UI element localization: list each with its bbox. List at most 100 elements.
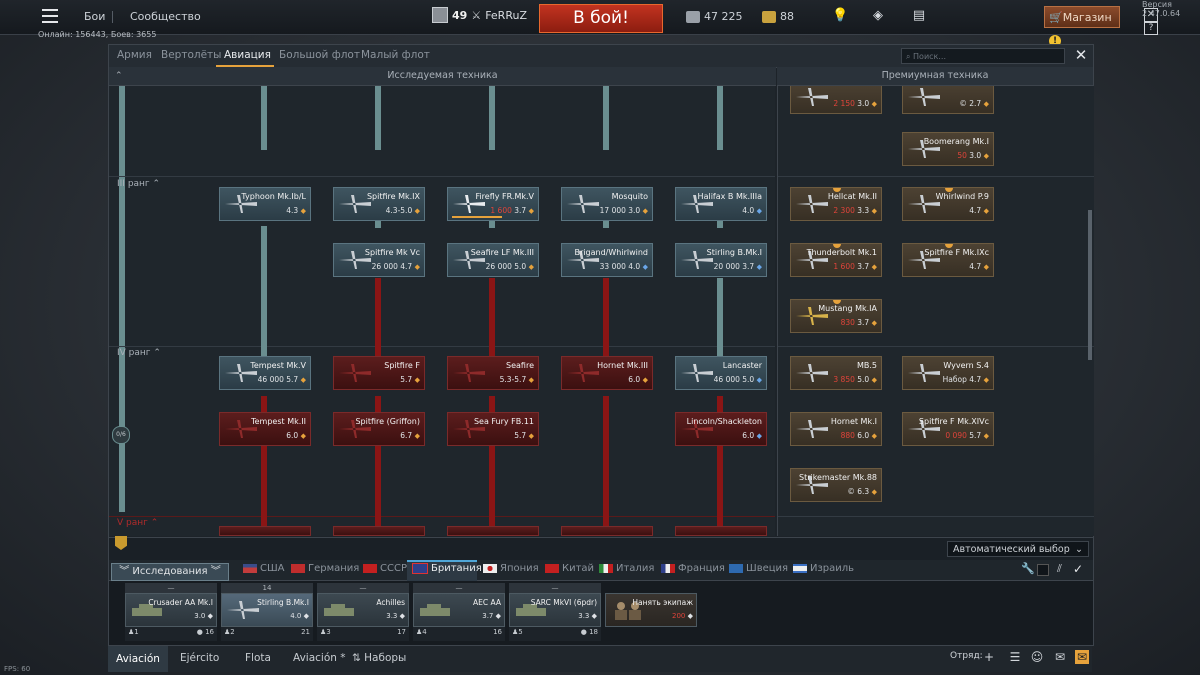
vehicle-card-locked[interactable]: Seafire 5.3-5.7 ◆ bbox=[447, 356, 539, 390]
vehicle-card[interactable]: Firefly FR.Mk.V 1 600 3.7 ◆ bbox=[447, 187, 539, 221]
vehicle-card[interactable]: Halifax B Mk.IIIa 4.0 ◆ bbox=[675, 187, 767, 221]
list-icon[interactable]: ☰ bbox=[1008, 650, 1022, 664]
vehicle-card-locked[interactable] bbox=[675, 526, 767, 536]
vehicle-card-locked[interactable]: Lincoln/Shackleton 6.0 ◆ bbox=[675, 412, 767, 446]
premium-vehicle-card[interactable]: Wyvern S.4 Набор 4.7 ◆ bbox=[902, 356, 994, 390]
nation-usa[interactable]: США bbox=[243, 563, 285, 574]
crew-slot[interactable]: — Crusader AA Mk.I 3.0 ◆ ♟1 ● 16 bbox=[125, 583, 217, 641]
ticket-icon[interactable]: ▤ bbox=[912, 9, 926, 23]
nation-italy[interactable]: Италия bbox=[599, 563, 654, 574]
collapse-up-icon[interactable]: ⌃ bbox=[115, 71, 123, 81]
premium-vehicle-card[interactable]: Hellcat Mk.II 2 300 3.3 ◆ bbox=[790, 187, 882, 221]
nation-japan[interactable]: Япония bbox=[483, 563, 539, 574]
auto-select-dropdown[interactable]: Автоматический выбор ⌄ bbox=[947, 541, 1089, 557]
shells-icon[interactable]: ⫽ bbox=[1057, 562, 1062, 576]
close-icon[interactable]: ✕ bbox=[1073, 47, 1089, 63]
vehicle-card[interactable]: Seafire LF Mk.III 26 000 5.0 ◆ bbox=[447, 243, 539, 277]
tab-aviation[interactable]: Авиация bbox=[224, 49, 271, 61]
hire-crew-slot[interactable]: Нанять экипаж 200 ◆ bbox=[605, 583, 697, 641]
add-icon[interactable]: + bbox=[982, 650, 996, 664]
vehicle-card[interactable]: Lancaster 46 000 5.0 ◆ bbox=[675, 356, 767, 390]
vehicle-card[interactable]: Mosquito 17 000 3.0 ◆ bbox=[561, 187, 653, 221]
vehicle-card-locked[interactable] bbox=[333, 526, 425, 536]
vehicle-card[interactable]: Brigand/Whirlwind 33 000 4.0 ◆ bbox=[561, 243, 653, 277]
nation-china[interactable]: Китай bbox=[545, 563, 594, 574]
chat-icon[interactable]: ✉ bbox=[1053, 650, 1067, 664]
preset-tab-aviation[interactable]: Aviación bbox=[108, 646, 168, 672]
premium-section-header: Премиумная техника bbox=[777, 67, 1093, 86]
search-input[interactable]: ⌕ Поиск... bbox=[901, 48, 1065, 64]
mail-icon[interactable]: ✉ bbox=[1075, 650, 1089, 664]
vehicle-card-locked[interactable]: Sea Fury FB.11 5.7 ◆ bbox=[447, 412, 539, 446]
vehicle-card[interactable]: Spitfire Mk.IX 4.3-5.0 ◆ bbox=[333, 187, 425, 221]
vehicle-name: Tempest Mk.II bbox=[251, 417, 306, 426]
slot-vehicle-name: AEC AA bbox=[473, 598, 501, 607]
tree-link bbox=[717, 278, 723, 358]
vehicle-card[interactable]: Typhoon Mk.Ib/L 4.3 ◆ bbox=[219, 187, 311, 221]
battles-link[interactable]: Бои bbox=[84, 10, 105, 23]
crew-slot[interactable]: 14 Stirling B.Mk.I 4.0 ◆ ♟2 21 bbox=[221, 583, 313, 641]
premium-vehicle-card[interactable]: Strikemaster Mk.88 © 6.3 ◆ bbox=[790, 468, 882, 502]
premium-vehicle-card[interactable]: Mustang Mk.IA 830 3.7 ◆ bbox=[790, 299, 882, 333]
vehicle-card[interactable]: Stirling B.Mk.I 20 000 3.7 ◆ bbox=[675, 243, 767, 277]
vehicle-card-locked[interactable] bbox=[447, 526, 539, 536]
premium-vehicle-card[interactable]: Whirlwind P.9 4.7 ◆ bbox=[902, 187, 994, 221]
tab-helicopters[interactable]: Вертолёты bbox=[161, 49, 221, 61]
vehicle-card-locked[interactable] bbox=[561, 526, 653, 536]
presets-button[interactable]: ⇅ Наборы bbox=[352, 652, 406, 664]
help-icon[interactable]: ? bbox=[1144, 22, 1158, 35]
rank-label-3[interactable]: III ранг ⌃ bbox=[117, 179, 160, 189]
premium-vehicle-card[interactable]: Spitfire F Mk.XIVc 0 090 5.7 ◆ bbox=[902, 412, 994, 446]
crew-slot[interactable]: — AEC AA 3.7 ◆ ♟4 16 bbox=[413, 583, 505, 641]
to-battle-button[interactable]: В бой! bbox=[539, 4, 663, 33]
rank-label-4[interactable]: IV ранг ⌃ bbox=[117, 348, 161, 358]
premium-vehicle-card[interactable]: 2 150 3.0 ◆ bbox=[790, 86, 882, 114]
shop-button[interactable]: 🛒Магазин ! bbox=[1044, 6, 1120, 47]
britain-flag-icon bbox=[412, 563, 428, 574]
wrench-icon[interactable]: 🔧 bbox=[1021, 562, 1035, 575]
vehicle-card[interactable]: Spitfire Mk Vc 26 000 4.7 ◆ bbox=[333, 243, 425, 277]
nation-sweden[interactable]: Швеция bbox=[729, 563, 788, 574]
premium-vehicle-card[interactable]: Thunderbolt Mk.1 1 600 3.7 ◆ bbox=[790, 243, 882, 277]
checkbox[interactable] bbox=[1037, 564, 1049, 576]
nation-france[interactable]: Франция bbox=[661, 563, 725, 574]
tab-army[interactable]: Армия bbox=[117, 49, 152, 61]
vehicle-card-locked[interactable]: Spitfire F 5.7 ◆ bbox=[333, 356, 425, 390]
aircraft-icon bbox=[796, 195, 828, 213]
crew-slot[interactable]: — SARC MkVI (6pdr) 3.3 ◆ ♟5 ● 18 bbox=[509, 583, 601, 641]
crew-slot[interactable]: — Achilles 3.3 ◆ ♟3 17 bbox=[317, 583, 409, 641]
scrollbar[interactable] bbox=[1088, 210, 1092, 360]
vehicle-card[interactable]: Tempest Mk.V 46 000 5.7 ◆ bbox=[219, 356, 311, 390]
menu-icon[interactable] bbox=[42, 9, 58, 23]
premium-vehicle-card[interactable]: MB.5 3 850 5.0 ◆ bbox=[790, 356, 882, 390]
premium-vehicle-card[interactable]: Hornet Mk.I 880 6.0 ◆ bbox=[790, 412, 882, 446]
lightbulb-icon[interactable]: 💡 bbox=[832, 9, 848, 23]
community-link[interactable]: Сообщество bbox=[130, 10, 201, 23]
nation-britain[interactable]: Британия bbox=[412, 563, 482, 574]
vehicle-card-locked[interactable]: Spitfire (Griffon) 6.7 ◆ bbox=[333, 412, 425, 446]
tab-coastal-fleet[interactable]: Малый флот bbox=[361, 49, 430, 61]
checkmark-icon[interactable]: ✓ bbox=[1073, 562, 1083, 576]
preset-tab-fleet[interactable]: Flota bbox=[245, 652, 271, 664]
premium-account-icon[interactable]: ◈ bbox=[871, 9, 885, 23]
vehicle-card-locked[interactable]: Hornet Mk.III 6.0 ◆ bbox=[561, 356, 653, 390]
premium-vehicle-card[interactable]: Spitfire F Mk.IXc 4.7 ◆ bbox=[902, 243, 994, 277]
preset-tab-aviation-2[interactable]: Aviación * bbox=[293, 652, 346, 664]
research-button[interactable]: ︾ Исследования ︾ bbox=[111, 563, 229, 581]
contacts-icon[interactable]: ☺ bbox=[1030, 650, 1044, 664]
vehicle-card-locked[interactable] bbox=[219, 526, 311, 536]
gold-balance[interactable]: 88 bbox=[762, 10, 794, 23]
nation-ussr[interactable]: СССР bbox=[363, 563, 407, 574]
player-info[interactable]: 49 ⚔ FeRRuZ bbox=[432, 7, 527, 23]
preset-tab-army[interactable]: Ejército bbox=[180, 652, 219, 664]
nation-israel[interactable]: Израиль bbox=[793, 563, 854, 574]
japan-flag-icon bbox=[483, 564, 497, 573]
silver-balance[interactable]: 47 225 bbox=[686, 10, 743, 23]
premium-vehicle-card[interactable]: © 2.7 ◆ bbox=[902, 86, 994, 114]
rank-label-5[interactable]: V ранг ⌃ bbox=[117, 518, 158, 528]
tab-bluewater-fleet[interactable]: Большой флот bbox=[279, 49, 360, 61]
premium-vehicle-card[interactable]: Boomerang Mk.I 50 3.0 ◆ bbox=[902, 132, 994, 166]
sweden-flag-icon bbox=[729, 564, 743, 573]
nation-germany[interactable]: Германия bbox=[291, 563, 359, 574]
vehicle-card-locked[interactable]: Tempest Mk.II 6.0 ◆ bbox=[219, 412, 311, 446]
